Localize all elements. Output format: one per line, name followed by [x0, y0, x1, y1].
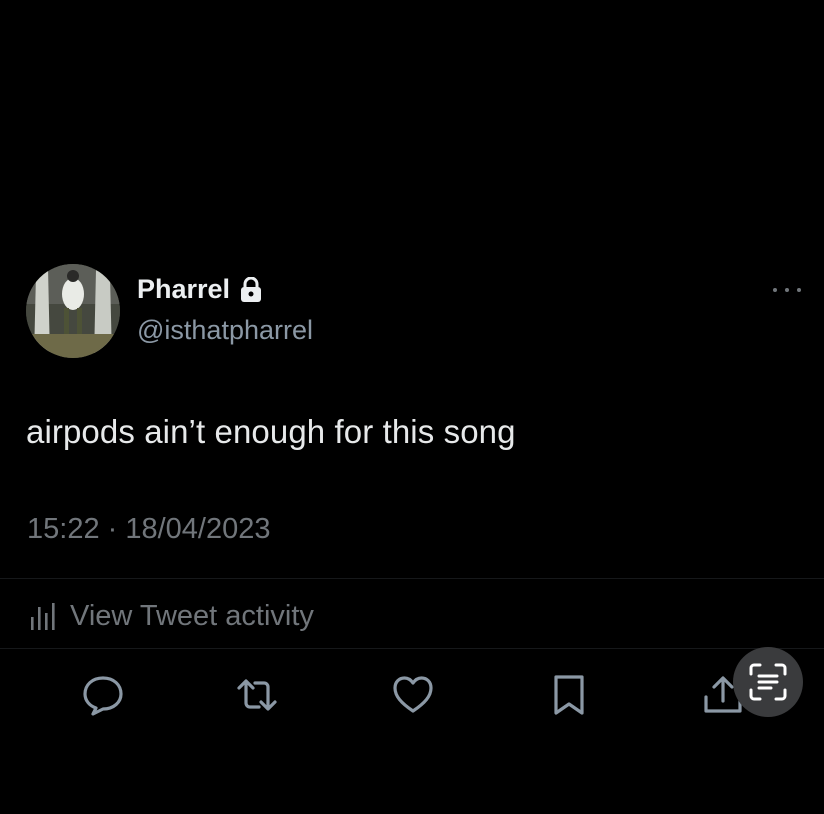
- author-name-row[interactable]: Pharrel: [137, 274, 262, 305]
- divider: [0, 578, 824, 579]
- divider: [0, 648, 824, 649]
- text-scan-button[interactable]: [733, 647, 803, 717]
- reply-button[interactable]: [80, 672, 126, 718]
- retweet-icon: [237, 679, 277, 711]
- author-handle[interactable]: @isthatpharrel: [137, 315, 313, 346]
- reply-icon: [83, 676, 123, 716]
- more-options-icon[interactable]: [770, 280, 804, 300]
- retweet-button[interactable]: [234, 672, 280, 718]
- bookmark-button[interactable]: [546, 672, 592, 718]
- view-tweet-activity-link[interactable]: View Tweet activity: [30, 600, 314, 633]
- bar-chart-icon: [31, 602, 55, 630]
- view-tweet-activity-label: View Tweet activity: [70, 600, 314, 632]
- like-button[interactable]: [390, 672, 436, 718]
- avatar-photo: [26, 264, 120, 358]
- bookmark-icon: [554, 675, 584, 715]
- lock-icon: [241, 276, 262, 302]
- tweet-timestamp[interactable]: 15:22 · 18/04/2023: [27, 513, 270, 546]
- avatar[interactable]: [26, 264, 120, 358]
- like-icon: [393, 676, 433, 713]
- tweet-text: airpods ain’t enough for this song: [26, 413, 516, 450]
- text-scan-icon: [749, 663, 787, 701]
- author-display-name[interactable]: Pharrel: [137, 274, 230, 305]
